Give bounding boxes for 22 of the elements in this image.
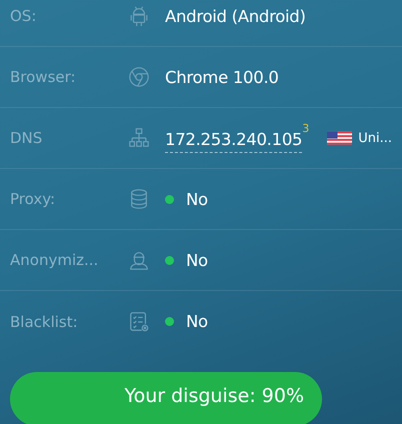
android-icon — [128, 5, 150, 27]
field-label: DNS — [9, 129, 44, 147]
chrome-icon — [128, 66, 150, 88]
field-value: Android (Android) — [165, 6, 306, 26]
network-icon — [128, 127, 150, 149]
field-value: Chrome 100.0 — [165, 68, 279, 86]
field-label: Browser: — [9, 68, 77, 86]
field-label: OS: — [9, 7, 38, 25]
field-label: Blacklist: — [9, 312, 79, 330]
field-label: Proxy: — [9, 190, 56, 208]
status-value: No — [186, 250, 208, 270]
flag-icon — [327, 131, 352, 145]
server-count: 3 — [302, 122, 310, 135]
ip-address-link[interactable]: 172.253.240.105 — [165, 130, 302, 152]
database-icon — [128, 188, 150, 210]
country-name: Uni... — [358, 130, 392, 146]
field-label: Anonymiz... — [9, 251, 100, 269]
person-icon — [128, 249, 150, 271]
disguise-score-bar: Your disguise: 90% — [10, 372, 322, 424]
status-value: No — [186, 190, 208, 208]
checklist-icon — [128, 310, 150, 332]
status-value: No — [186, 312, 208, 331]
